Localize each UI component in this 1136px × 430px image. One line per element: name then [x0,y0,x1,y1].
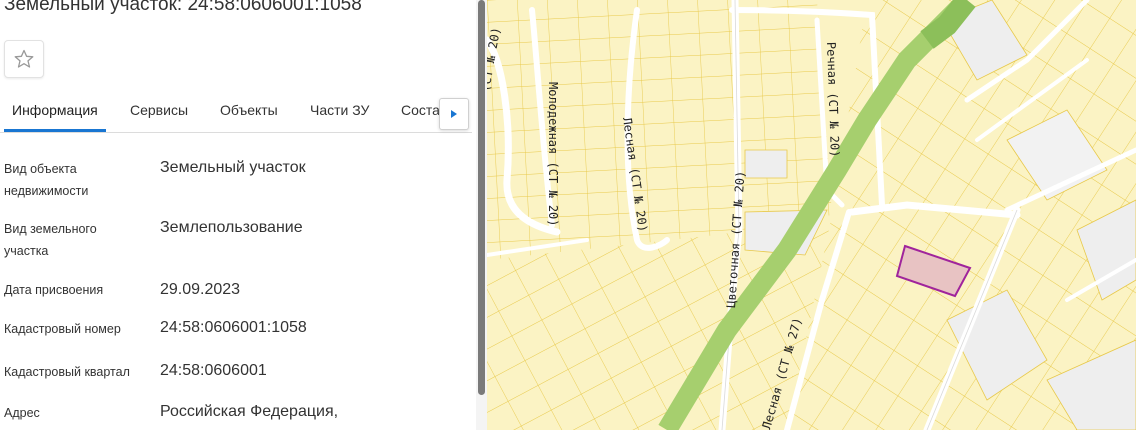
map-canvas[interactable]: (СТ № 20) Молодежная (СТ № 20) Лесная (С… [487,0,1136,430]
page-title: Земельный участок: 24:58:0606001:1058 [4,0,362,15]
tab-objects[interactable]: Объекты [220,102,278,118]
field-value-address: Российская Федерация, [160,403,339,420]
tab-composition[interactable]: Соста [401,102,440,118]
field-value-object-type: Земельный участок [160,159,306,176]
active-tab-indicator [4,129,106,132]
field-label-parcel-type: Вид земельного участка [4,222,97,258]
field-label-object-type: Вид объекта недвижимости [4,162,89,198]
favorite-button[interactable] [4,40,44,78]
tab-parts[interactable]: Части ЗУ [310,102,369,118]
info-panel: Земельный участок: 24:58:0606001:1058 Ин… [0,0,487,430]
panel-scrollbar[interactable] [476,0,487,430]
field-value-cadastral-number: 24:58:0606001:1058 [160,319,307,336]
chevron-right-icon [451,110,457,118]
street-label-molodezhnaya: Молодежная (СТ № 20) [546,82,560,227]
scrollbar-thumb[interactable] [478,0,485,395]
empty-plot [744,149,788,179]
cadastral-map[interactable]: (СТ № 20) Молодежная (СТ № 20) Лесная (С… [487,0,1136,430]
tab-info[interactable]: Информация [12,102,98,118]
field-value-parcel-type: Землепользование [160,219,303,236]
tab-bar: Информация Сервисы Объекты Части ЗУ Сост… [0,92,472,133]
tabs-next-button[interactable] [439,98,469,130]
star-outline-icon [14,49,34,68]
field-value-assign-date: 29.09.2023 [160,281,241,298]
field-label-address: Адрес [4,406,40,420]
field-label-assign-date: Дата присвоения [4,283,104,297]
field-label-cadastral-quarter: Кадастровый квартал [4,365,130,379]
field-label-cadastral-number: Кадастровый номер [4,322,121,336]
field-value-cadastral-quarter: 24:58:0606001 [160,362,267,379]
tab-services[interactable]: Сервисы [130,102,188,118]
